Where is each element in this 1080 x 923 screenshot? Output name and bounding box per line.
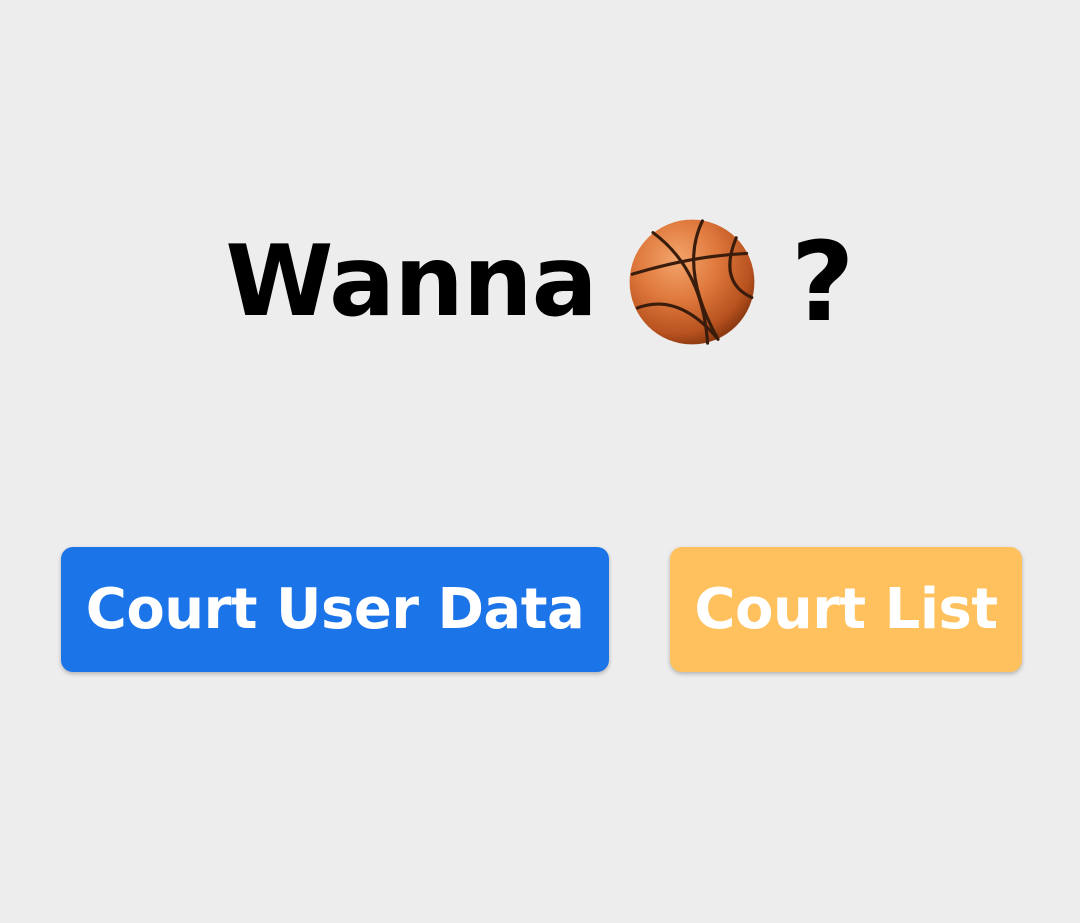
court-list-button[interactable]: Court List: [670, 547, 1022, 672]
headline: Wanna ?: [0, 212, 1080, 352]
headline-text: Wanna: [225, 225, 597, 339]
court-user-data-button[interactable]: Court User Data: [61, 547, 609, 672]
court-user-data-label: Court User Data: [85, 577, 585, 642]
court-list-label: Court List: [694, 577, 998, 642]
basketball-icon: [629, 219, 755, 345]
question-mark: ?: [790, 218, 855, 346]
